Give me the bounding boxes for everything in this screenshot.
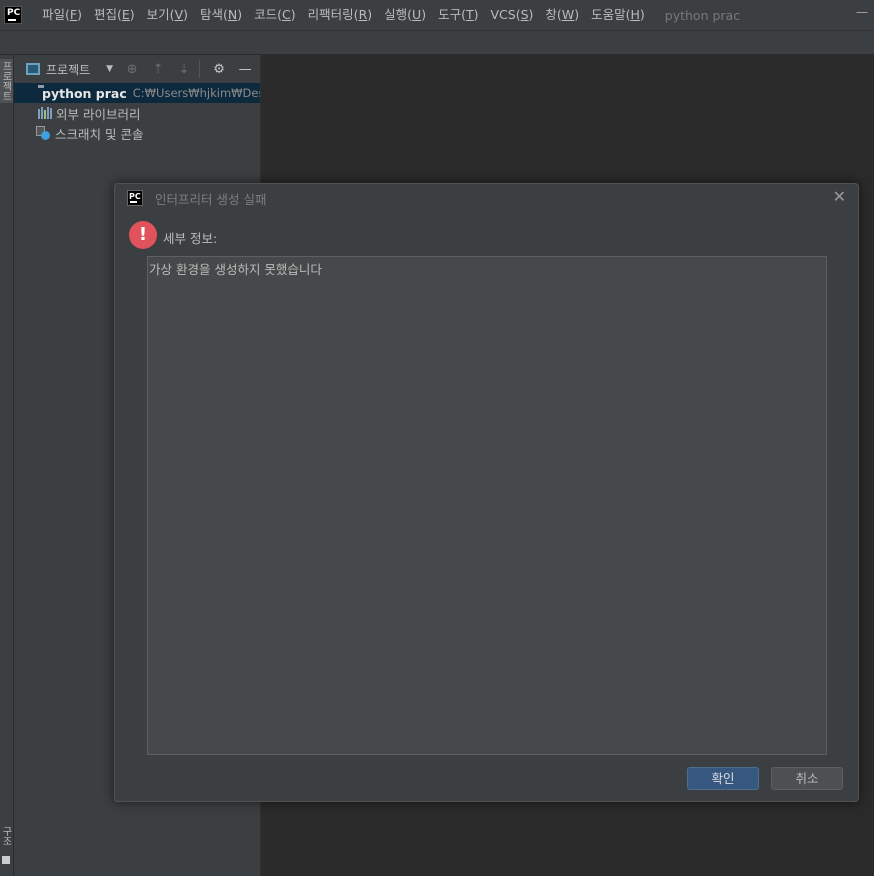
pycharm-logo-icon: PC [127, 190, 143, 206]
hide-panel-icon[interactable]: — [238, 62, 252, 77]
menu-refactor[interactable]: 리팩터링(R) [302, 0, 378, 30]
menu-code[interactable]: 코드(C) [248, 0, 302, 30]
menu-bar: 파일(F) 편집(E) 보기(V) 탐색(N) 코드(C) 리팩터링(R) 실행… [36, 0, 651, 30]
dialog-title: 인터프리터 생성 실패 [155, 191, 267, 207]
interpreter-error-dialog: PC 인터프리터 생성 실패 ✕ ! 세부 정보: 가상 환경을 생성하지 못했… [114, 183, 859, 802]
project-root-name: python prac [42, 85, 127, 101]
cancel-button[interactable]: 취소 [771, 767, 843, 790]
project-panel-header: 프로젝트 ▼ ⊕ ⇡ ⇣ ⚙ — [14, 55, 260, 83]
dialog-title-bar: PC 인터프리터 생성 실패 ✕ [115, 184, 858, 212]
title-bar: PC 파일(F) 편집(E) 보기(V) 탐색(N) 코드(C) 리팩터링(R)… [0, 0, 874, 30]
locate-icon[interactable]: ⊕ [125, 62, 139, 77]
error-icon: ! [129, 221, 157, 249]
left-tool-strip: 프로젝트 구조 [0, 55, 14, 876]
window-title: python prac [664, 7, 741, 23]
project-panel-title: 프로젝트 [46, 62, 91, 77]
divider [199, 60, 201, 78]
structure-tool-window-tab[interactable]: 구조 [0, 826, 13, 846]
navigation-bar [0, 30, 874, 55]
library-icon [38, 107, 52, 119]
details-label: 세부 정보: [163, 231, 218, 246]
details-text: 가상 환경을 생성하지 못했습니다 [149, 262, 322, 277]
chevron-down-icon[interactable]: ▼ [106, 64, 113, 74]
tree-item-project-root[interactable]: python prac C:₩Users₩hjkim₩Deskto [14, 83, 260, 103]
pycharm-logo-icon: PC [4, 6, 22, 24]
tree-item-scratches[interactable]: 스크래치 및 콘솔 [14, 123, 260, 143]
menu-tools[interactable]: 도구(T) [432, 0, 484, 30]
menu-view[interactable]: 보기(V) [141, 0, 194, 30]
project-window-icon [26, 63, 40, 75]
menu-edit[interactable]: 편집(E) [88, 0, 141, 30]
details-text-area[interactable]: 가상 환경을 생성하지 못했습니다 [147, 256, 827, 755]
ok-button[interactable]: 확인 [687, 767, 759, 790]
expand-all-icon[interactable]: ⇡ [151, 62, 165, 77]
menu-window[interactable]: 창(W) [539, 0, 585, 30]
scratches-icon [36, 126, 51, 140]
menu-run[interactable]: 실행(U) [378, 0, 432, 30]
minimize-icon[interactable]: — [856, 6, 868, 18]
menu-navigate[interactable]: 탐색(N) [194, 0, 248, 30]
tree-item-external-libraries[interactable]: 외부 라이브러리 [14, 103, 260, 123]
structure-icon [2, 856, 10, 864]
project-root-path: C:₩Users₩hjkim₩Deskto [132, 86, 260, 100]
project-tool-window-tab[interactable]: 프로젝트 [0, 59, 13, 103]
menu-help[interactable]: 도움말(H) [585, 0, 651, 30]
collapse-all-icon[interactable]: ⇣ [177, 62, 191, 77]
menu-vcs[interactable]: VCS(S) [485, 0, 540, 30]
tree-item-label: 외부 라이브러리 [56, 106, 141, 122]
close-icon[interactable]: ✕ [833, 188, 846, 206]
menu-file[interactable]: 파일(F) [36, 0, 88, 30]
gear-icon[interactable]: ⚙ [212, 62, 226, 77]
tree-item-label: 스크래치 및 콘솔 [55, 126, 144, 142]
